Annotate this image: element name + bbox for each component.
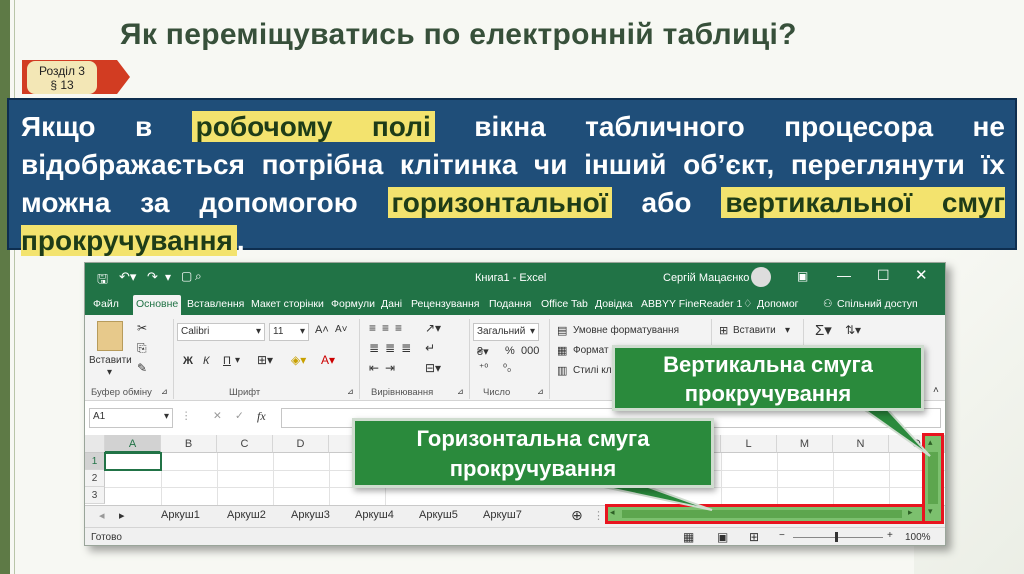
vertical-label-line1: Вертикальна смуга [663, 352, 873, 377]
horizontal-scrollbar-label: Горизонтальна смуга прокручування [352, 418, 714, 488]
horizontal-label-line2: прокручування [449, 456, 617, 481]
horizontal-label-line1: Горизонтальна смуга [416, 426, 650, 451]
vertical-label-line2: прокручування [684, 381, 852, 406]
vertical-callout-pointer [858, 407, 931, 457]
vertical-scrollbar-label: Вертикальна смуга прокручування [612, 345, 924, 411]
